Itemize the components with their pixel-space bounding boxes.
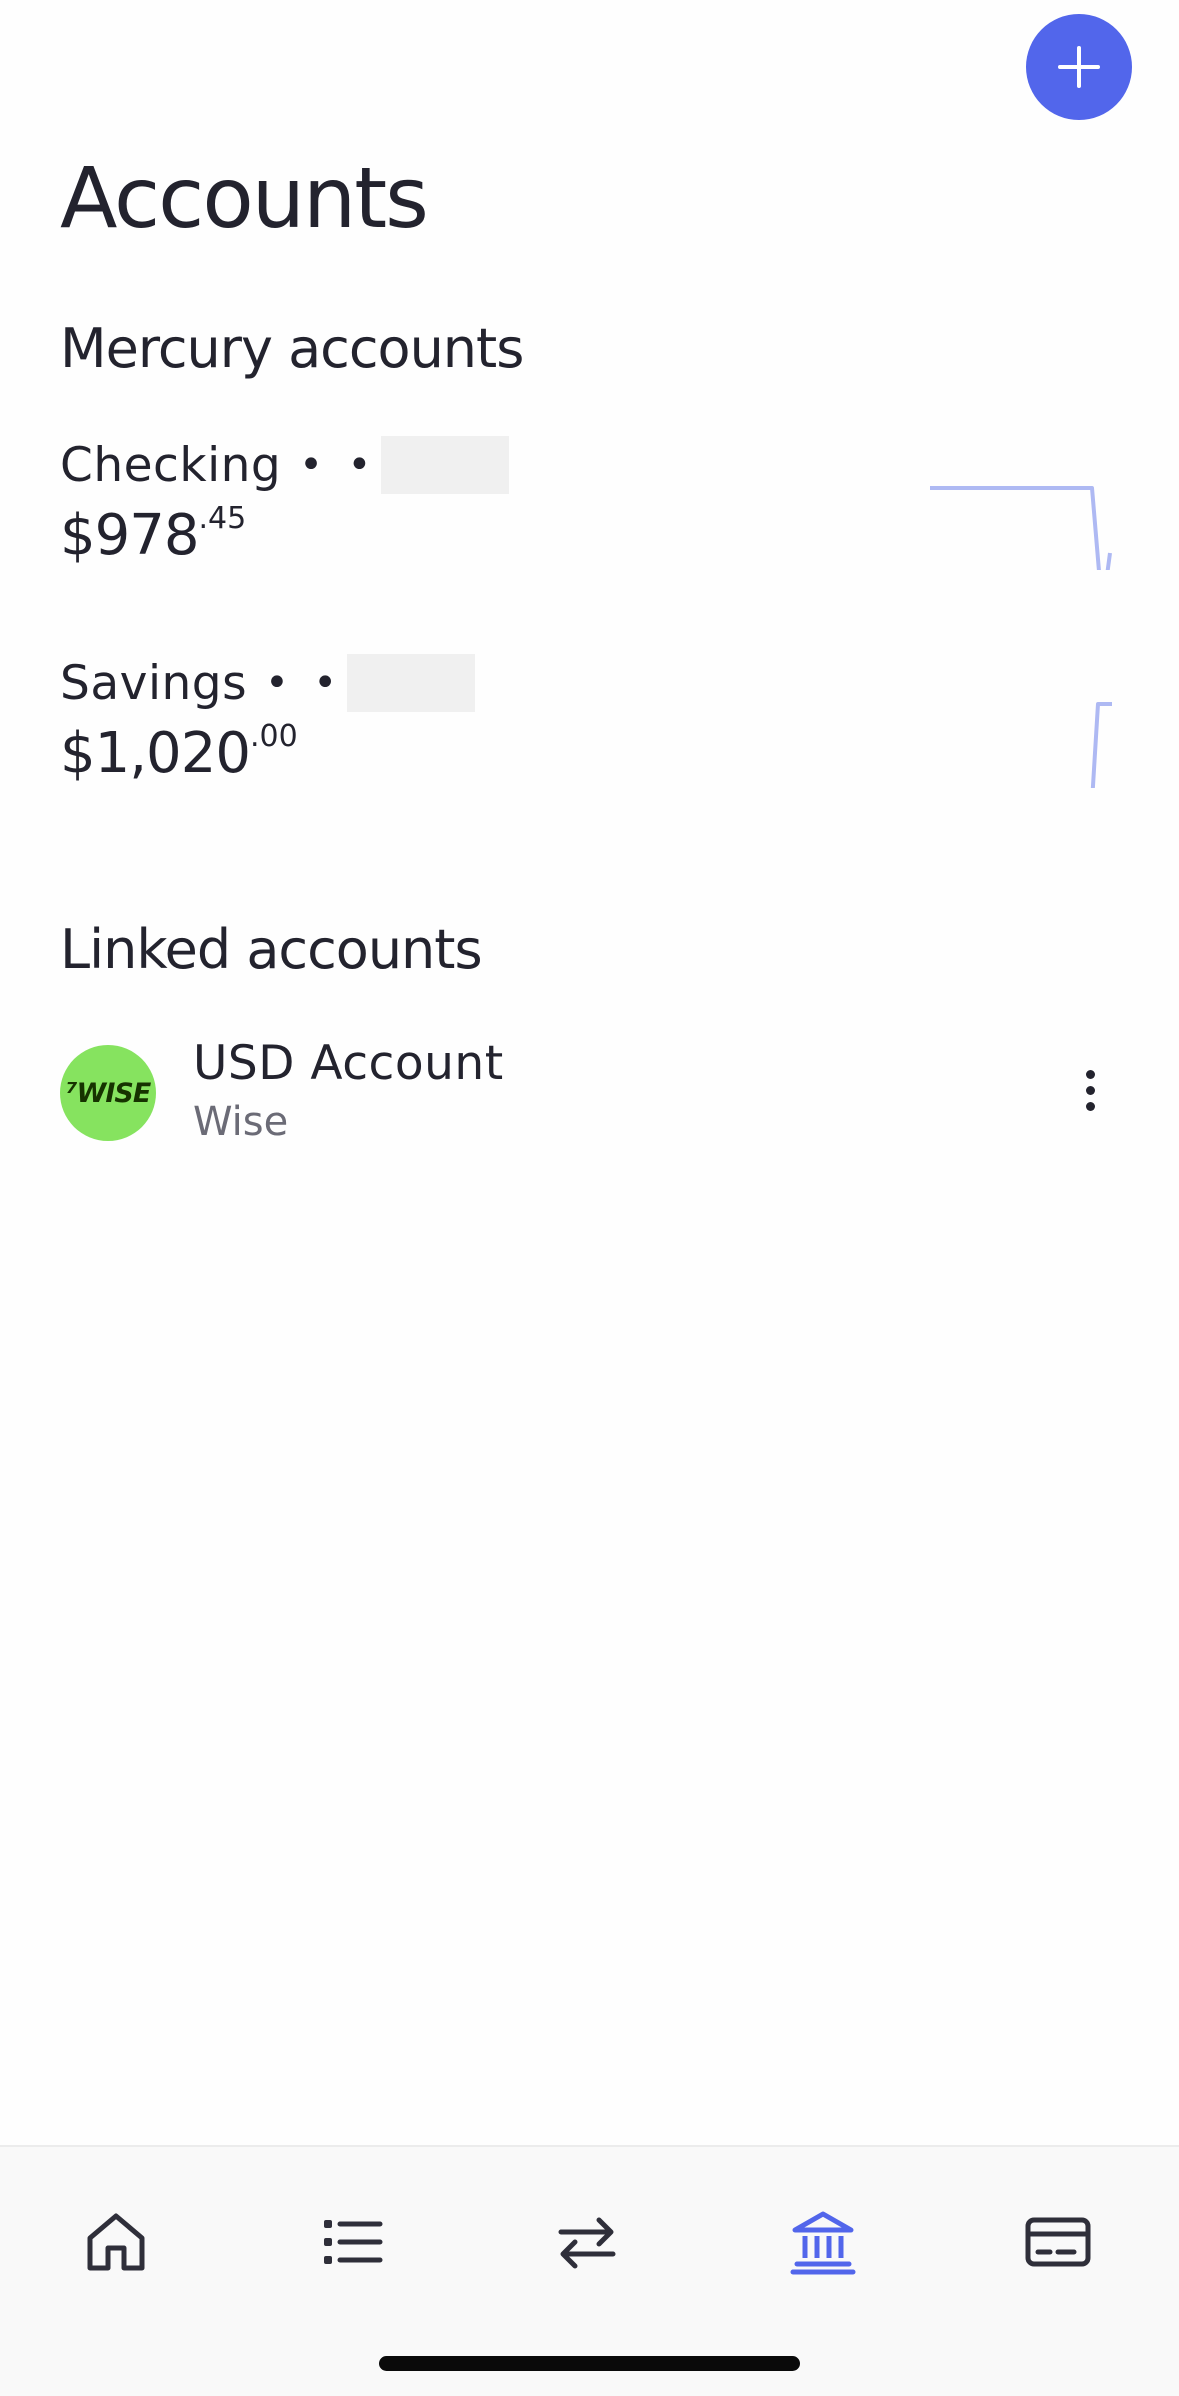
more-dot <box>1085 1085 1095 1095</box>
account-number-redacted <box>381 436 510 494</box>
tab-accounts[interactable] <box>763 2187 883 2297</box>
credit-card-icon <box>1025 2217 1091 2267</box>
account-number-redacted <box>347 654 476 712</box>
mercury-accounts-heading: Mercury accounts <box>60 317 524 380</box>
bank-icon <box>790 2211 856 2275</box>
linked-account-institution: Wise <box>193 1099 289 1145</box>
home-indicator[interactable] <box>379 2356 800 2371</box>
balance-sparkline <box>930 486 1112 570</box>
tab-transactions[interactable] <box>292 2187 412 2297</box>
home-icon <box>87 2213 145 2271</box>
linked-accounts-heading: Linked accounts <box>60 918 483 981</box>
balance-sparkline <box>1090 702 1112 788</box>
account-name: Savings <box>60 655 248 711</box>
account-name-row: Savings • • <box>60 654 476 712</box>
account-mask-dots: • • <box>265 660 344 706</box>
account-balance: $1,020.00 <box>60 722 298 782</box>
account-name: Checking <box>60 437 282 493</box>
tab-cards[interactable] <box>998 2187 1118 2297</box>
wise-logo: ⁷WISE <box>60 1045 156 1141</box>
balance-dollars: $978 <box>60 503 200 568</box>
tab-home[interactable] <box>56 2187 176 2297</box>
account-row-savings[interactable]: Savings • • $1,020.00 <box>0 638 1179 838</box>
account-row-checking[interactable]: Checking • • $978.45 <box>0 420 1179 620</box>
linked-account-row-wise[interactable]: ⁷WISE USD Account Wise <box>0 1030 1179 1155</box>
plus-icon <box>1058 46 1100 88</box>
more-dot <box>1085 1101 1095 1111</box>
more-dot <box>1085 1069 1095 1079</box>
wise-logo-text: ⁷WISE <box>65 1077 152 1109</box>
page-title: Accounts <box>60 149 429 247</box>
account-balance: $978.45 <box>60 504 246 564</box>
tab-transfer[interactable] <box>527 2187 647 2297</box>
balance-cents: .00 <box>249 719 298 754</box>
add-account-button[interactable] <box>1026 14 1132 120</box>
list-icon <box>324 2220 383 2264</box>
balance-dollars: $1,020 <box>60 721 251 786</box>
accounts-screen: Accounts Mercury accounts Checking • • $… <box>0 0 1179 2396</box>
account-mask-dots: • • <box>299 442 378 488</box>
transfer-arrows-icon <box>558 2217 616 2269</box>
account-name-row: Checking • • <box>60 436 510 494</box>
more-vertical-icon[interactable] <box>1070 1058 1110 1122</box>
balance-cents: .45 <box>198 501 247 536</box>
linked-account-name: USD Account <box>193 1036 504 1091</box>
